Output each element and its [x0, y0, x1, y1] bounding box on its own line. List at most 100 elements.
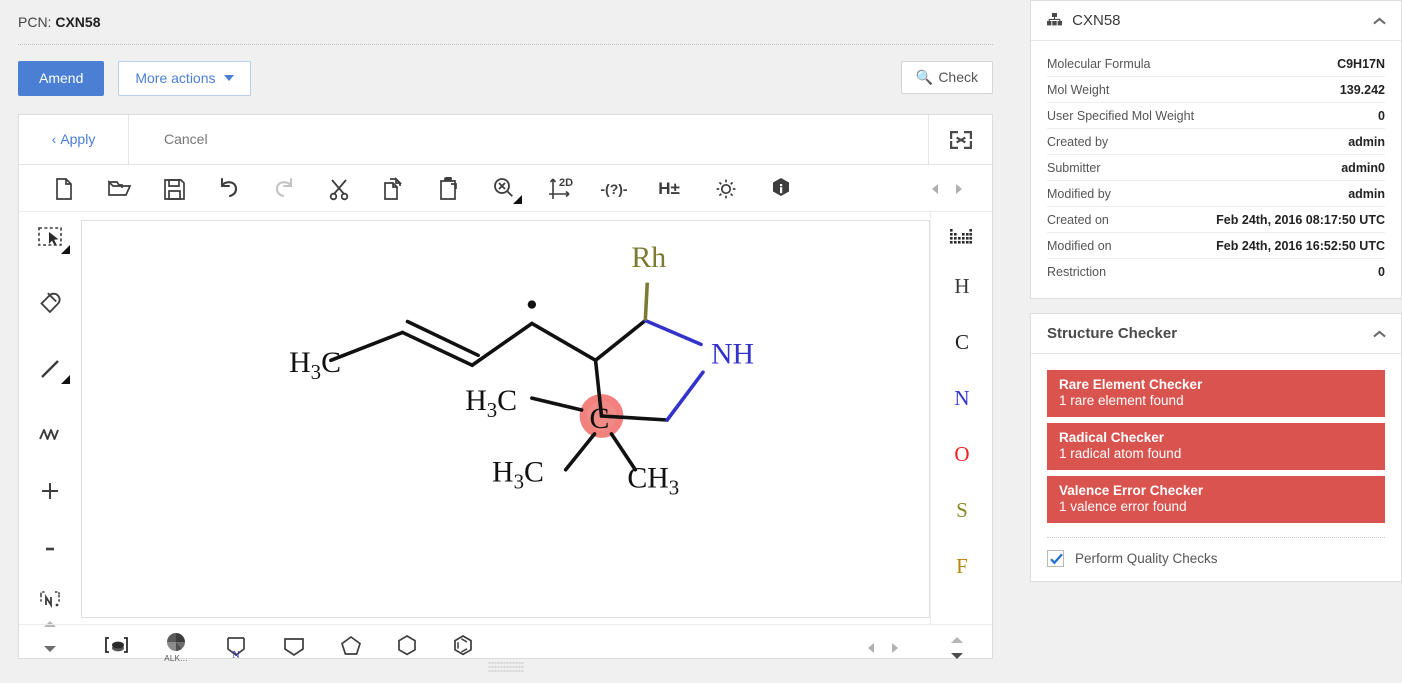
- atom-button-c[interactable]: C: [931, 330, 993, 355]
- save-icon[interactable]: [157, 172, 191, 206]
- group-brackets-icon[interactable]: [97, 629, 135, 665]
- chain-tool-icon[interactable]: [33, 417, 67, 451]
- header-divider: [18, 44, 993, 45]
- rgroup-tool-icon[interactable]: [33, 584, 67, 618]
- triangle-right-icon: [892, 643, 898, 653]
- cyclopentane-template-icon[interactable]: [332, 629, 370, 665]
- pyrrolidine-template-icon[interactable]: N: [217, 629, 255, 665]
- atom-button-o[interactable]: O: [931, 442, 993, 467]
- cyclohexane-template-icon[interactable]: [388, 629, 426, 665]
- undo-icon[interactable]: [212, 172, 246, 206]
- eraser-tool-icon[interactable]: [33, 287, 67, 321]
- expand-button[interactable]: [928, 115, 992, 164]
- select-submenu-indicator[interactable]: [61, 245, 70, 254]
- open-folder-icon[interactable]: [102, 172, 136, 206]
- table-row: Mol Weight 139.242: [1047, 77, 1385, 103]
- property-value: admin: [1204, 181, 1385, 207]
- property-value: C9H17N: [1204, 51, 1385, 77]
- clean-2d-icon[interactable]: 2D: [542, 172, 576, 206]
- table-row: Submitter admin0: [1047, 155, 1385, 181]
- apply-label: Apply: [60, 131, 95, 147]
- checker-error-title: Radical Checker: [1059, 430, 1373, 445]
- atom-palette-right: H C N O S F: [930, 212, 992, 624]
- quality-checks-checkbox[interactable]: [1047, 550, 1064, 567]
- check-button[interactable]: 🔍Check: [901, 61, 993, 94]
- property-value: 0: [1204, 103, 1385, 129]
- periodic-table-icon[interactable]: [945, 220, 979, 254]
- property-label: Submitter: [1047, 155, 1204, 181]
- quality-checks-label: Perform Quality Checks: [1075, 551, 1218, 566]
- expand-icon: [950, 131, 972, 149]
- checker-error-item[interactable]: Rare Element Checker 1 rare element foun…: [1047, 370, 1385, 417]
- increase-charge-icon[interactable]: [33, 474, 67, 508]
- summary-card-header[interactable]: CXN58: [1031, 1, 1401, 41]
- copy-icon[interactable]: [377, 172, 411, 206]
- property-label: Molecular Formula: [1047, 51, 1204, 77]
- action-bar: Amend More actions 🔍Check: [18, 61, 993, 101]
- checker-error-detail: 1 rare element found: [1059, 393, 1373, 408]
- template-scroll-buttons[interactable]: [944, 632, 970, 664]
- methyl-a-label: H3C: [465, 384, 517, 422]
- new-document-icon[interactable]: [47, 172, 81, 206]
- pcn-label: PCN:: [18, 14, 51, 30]
- structure-checker-body: Rare Element Checker 1 rare element foun…: [1031, 354, 1401, 581]
- details-sidebar: CXN58 Molecular Formula C9H17N Mol Weigh…: [1030, 0, 1402, 683]
- rhodium-label: Rh: [631, 241, 666, 274]
- summary-card: CXN58 Molecular Formula C9H17N Mol Weigh…: [1030, 0, 1402, 299]
- more-actions-label: More actions: [135, 70, 215, 86]
- resize-grip-icon[interactable]: [488, 662, 524, 670]
- pcn-header: PCN: CXN58: [18, 14, 100, 30]
- chevron-up-icon[interactable]: [1374, 17, 1385, 24]
- paste-icon[interactable]: [432, 172, 466, 206]
- rhodium-bond: [645, 283, 647, 321]
- properties-table: Molecular Formula C9H17N Mol Weight 139.…: [1047, 51, 1385, 284]
- methyl-b-label: H3C: [492, 456, 544, 494]
- molecule-drawing: H3C Rh NH C H3C H3C: [82, 221, 929, 617]
- structure-checker-header[interactable]: Structure Checker: [1031, 314, 1401, 354]
- svg-text:N: N: [232, 650, 239, 661]
- cancel-button[interactable]: Cancel: [129, 115, 208, 164]
- hydrogen-toggle-label: H±: [652, 172, 686, 206]
- tool-palette-left: [19, 212, 81, 624]
- svg-text:2D: 2D: [559, 177, 573, 189]
- methyl-c-label: CH3: [627, 462, 679, 500]
- checker-error-item[interactable]: Radical Checker 1 radical atom found: [1047, 423, 1385, 470]
- molecule-canvas[interactable]: H3C Rh NH C H3C H3C: [81, 220, 930, 618]
- benzene-template-icon[interactable]: [444, 629, 482, 665]
- apply-button[interactable]: ‹Apply: [19, 115, 129, 164]
- query-atom-icon[interactable]: -(?)-: [597, 172, 631, 206]
- atom-button-h[interactable]: H: [931, 274, 993, 299]
- summary-title: CXN58: [1072, 12, 1120, 29]
- info-icon[interactable]: [764, 172, 798, 206]
- property-value: Feb 24th, 2016 08:17:50 UTC: [1204, 207, 1385, 233]
- checker-error-item[interactable]: Valence Error Checker 1 valence error fo…: [1047, 476, 1385, 523]
- pcn-value: CXN58: [55, 14, 100, 30]
- quality-checks-row: Perform Quality Checks: [1047, 550, 1385, 567]
- table-row: Restriction 0: [1047, 259, 1385, 285]
- atom-labels: H3C Rh NH C H3C H3C: [289, 241, 754, 500]
- cut-scissors-icon[interactable]: [322, 172, 356, 206]
- property-value: 0: [1204, 259, 1385, 285]
- triangle-up-icon: [951, 637, 963, 643]
- hydrogen-toggle-icon[interactable]: H±: [652, 172, 686, 206]
- decrease-charge-icon[interactable]: [33, 532, 67, 566]
- summary-card-body: Molecular Formula C9H17N Mol Weight 139.…: [1031, 41, 1401, 298]
- structure-checker-card: Structure Checker Rare Element Checker 1…: [1030, 313, 1402, 582]
- redo-icon[interactable]: [267, 172, 301, 206]
- canvas-area: H3C Rh NH C H3C H3C: [19, 212, 992, 624]
- bond-submenu-indicator[interactable]: [61, 375, 70, 384]
- atom-button-n[interactable]: N: [931, 386, 993, 411]
- cyclopentane-flat-template-icon[interactable]: [275, 629, 313, 665]
- zoom-submenu-indicator[interactable]: [513, 195, 522, 204]
- editor-column: PCN: CXN58 Amend More actions 🔍Check ‹Ap…: [0, 0, 1015, 683]
- abbreviation-icon[interactable]: ALK...: [157, 629, 195, 665]
- atom-button-f[interactable]: F: [931, 554, 993, 579]
- more-actions-button[interactable]: More actions: [118, 61, 250, 96]
- triangle-left-icon: [868, 643, 874, 653]
- amend-button[interactable]: Amend: [18, 61, 104, 96]
- chevron-up-icon[interactable]: [1374, 330, 1385, 337]
- property-value: 139.242: [1204, 77, 1385, 103]
- settings-gear-icon[interactable]: [709, 172, 743, 206]
- atom-button-s[interactable]: S: [931, 498, 993, 523]
- chevron-down-icon: [224, 75, 234, 81]
